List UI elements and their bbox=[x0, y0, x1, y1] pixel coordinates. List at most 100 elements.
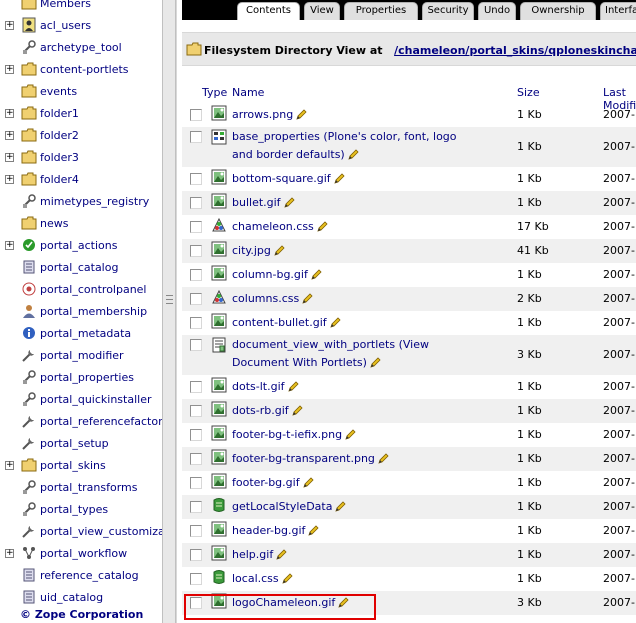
tree-item-portal-metadata[interactable]: portal_metadata bbox=[0, 322, 162, 344]
tree-item-label[interactable]: portal_workflow bbox=[40, 547, 127, 560]
file-link[interactable]: dots-rb.gif bbox=[232, 404, 289, 417]
directory-path-link[interactable]: /chameleon/portal_skins/qploneskinchamel… bbox=[394, 44, 636, 57]
tree-item-label[interactable]: folder4 bbox=[40, 173, 79, 186]
tree-item-label[interactable]: portal_transforms bbox=[40, 481, 138, 494]
pencil-icon[interactable] bbox=[345, 428, 356, 440]
file-link[interactable]: city.jpg bbox=[232, 244, 271, 257]
pencil-icon[interactable] bbox=[287, 380, 299, 392]
tree-item-folder2[interactable]: + folder2 bbox=[0, 124, 162, 146]
select-checkbox[interactable] bbox=[190, 573, 202, 585]
pencil-icon[interactable] bbox=[274, 244, 285, 256]
tree-item-acl-users[interactable]: + acl_users bbox=[0, 14, 162, 36]
file-link[interactable]: footer-bg.gif bbox=[232, 476, 300, 489]
file-link[interactable]: local.css bbox=[232, 572, 279, 585]
file-link[interactable]: bullet.gif bbox=[232, 196, 281, 209]
select-checkbox[interactable] bbox=[190, 429, 202, 441]
tree-item-archetype-tool[interactable]: archetype_tool bbox=[0, 36, 162, 58]
tree-item-label[interactable]: portal_actions bbox=[40, 239, 117, 252]
tree-item-label[interactable]: archetype_tool bbox=[40, 41, 122, 54]
tab-undo[interactable]: Undo bbox=[478, 2, 516, 20]
tree-item-label[interactable]: content-portlets bbox=[40, 63, 129, 76]
file-link[interactable]: footer-bg-transparent.png bbox=[232, 452, 375, 465]
file-link[interactable]: document_view_with_portlets (View Docume… bbox=[232, 338, 429, 369]
file-link[interactable]: getLocalStyleData bbox=[232, 500, 332, 513]
tree-item-label[interactable]: portal_modifier bbox=[40, 349, 124, 362]
tree-item-uid-catalog[interactable]: uid_catalog bbox=[0, 586, 162, 608]
tree-item-folder3[interactable]: + folder3 bbox=[0, 146, 162, 168]
select-checkbox[interactable] bbox=[190, 269, 202, 281]
tree-item-label[interactable]: portal_setup bbox=[40, 437, 109, 450]
tree-scrollbar[interactable] bbox=[162, 0, 176, 623]
pencil-icon[interactable] bbox=[338, 596, 349, 608]
file-link[interactable]: columns.css bbox=[232, 292, 299, 305]
pencil-icon[interactable] bbox=[302, 292, 313, 304]
file-link[interactable]: base_properties (Plone's color, font, lo… bbox=[232, 130, 457, 161]
expand-toggle-icon[interactable]: + bbox=[5, 174, 14, 184]
file-link[interactable]: content-bullet.gif bbox=[232, 316, 327, 329]
column-header-name[interactable]: Name bbox=[232, 86, 264, 99]
file-link[interactable]: arrows.png bbox=[232, 108, 293, 121]
tree-item-label[interactable]: news bbox=[40, 217, 68, 230]
pencil-icon[interactable] bbox=[276, 548, 287, 560]
pencil-icon[interactable] bbox=[283, 196, 295, 208]
tree-item-portal-transforms[interactable]: portal_transforms bbox=[0, 476, 162, 498]
tab-interfaces[interactable]: Interfaces bbox=[600, 2, 636, 20]
select-checkbox[interactable] bbox=[190, 597, 202, 609]
select-checkbox[interactable] bbox=[190, 293, 202, 305]
tree-item-reference-catalog[interactable]: reference_catalog bbox=[0, 564, 162, 586]
tree-item-label[interactable]: portal_catalog bbox=[40, 261, 118, 274]
scrollbar-grip[interactable] bbox=[166, 292, 173, 308]
tree-item-portal-skins[interactable]: + portal_skins bbox=[0, 454, 162, 476]
expand-toggle-icon[interactable]: + bbox=[5, 460, 14, 470]
tree-item-label[interactable]: folder1 bbox=[40, 107, 79, 120]
select-checkbox[interactable] bbox=[190, 317, 202, 329]
expand-toggle-icon[interactable]: + bbox=[5, 548, 14, 558]
select-checkbox[interactable] bbox=[190, 501, 202, 513]
tree-item-label[interactable]: reference_catalog bbox=[40, 569, 139, 582]
pencil-icon[interactable] bbox=[335, 500, 347, 512]
tree-item-label[interactable]: acl_users bbox=[40, 19, 91, 32]
pencil-icon[interactable] bbox=[317, 220, 328, 232]
tree-item-portal-quickinstaller[interactable]: portal_quickinstaller bbox=[0, 388, 162, 410]
select-checkbox[interactable] bbox=[190, 245, 202, 257]
tree-item-events[interactable]: events bbox=[0, 80, 162, 102]
expand-toggle-icon[interactable]: + bbox=[5, 152, 14, 162]
tree-item-label[interactable]: mimetypes_registry bbox=[40, 195, 149, 208]
select-checkbox[interactable] bbox=[190, 173, 202, 185]
tree-item-portal-modifier[interactable]: portal_modifier bbox=[0, 344, 162, 366]
expand-toggle-icon[interactable]: + bbox=[5, 64, 14, 74]
tree-item-label[interactable]: portal_types bbox=[40, 503, 108, 516]
tree-item-portal-membership[interactable]: portal_membership bbox=[0, 300, 162, 322]
tab-contents[interactable]: Contents bbox=[237, 2, 300, 20]
tree-item-label[interactable]: portal_membership bbox=[40, 305, 147, 318]
expand-toggle-icon[interactable]: + bbox=[5, 240, 14, 250]
file-link[interactable]: footer-bg-t-iefix.png bbox=[232, 428, 342, 441]
tree-item-label[interactable]: portal_metadata bbox=[40, 327, 131, 340]
file-link[interactable]: column-bg.gif bbox=[232, 268, 308, 281]
select-checkbox[interactable] bbox=[190, 221, 202, 233]
tree-item-label[interactable]: portal_properties bbox=[40, 371, 134, 384]
tree-item-label[interactable]: folder3 bbox=[40, 151, 79, 164]
pencil-icon[interactable] bbox=[311, 268, 322, 280]
tree-item-folder1[interactable]: + folder1 bbox=[0, 102, 162, 124]
file-link[interactable]: header-bg.gif bbox=[232, 524, 305, 537]
tree-item-label[interactable]: portal_skins bbox=[40, 459, 106, 472]
tab-properties[interactable]: Properties bbox=[344, 2, 418, 20]
expand-toggle-icon[interactable]: + bbox=[5, 20, 14, 30]
tree-item-portal-catalog[interactable]: portal_catalog bbox=[0, 256, 162, 278]
pencil-icon[interactable] bbox=[370, 356, 381, 368]
select-checkbox[interactable] bbox=[190, 339, 202, 351]
tree-item-label[interactable]: folder2 bbox=[40, 129, 79, 142]
column-header-type[interactable]: Type bbox=[202, 86, 227, 99]
zope-copyright-link[interactable]: © Zope Corporation bbox=[20, 608, 143, 621]
tree-item-content-portlets[interactable]: + content-portlets bbox=[0, 58, 162, 80]
tree-item-news[interactable]: news bbox=[0, 212, 162, 234]
pencil-icon[interactable] bbox=[330, 316, 341, 328]
select-checkbox[interactable] bbox=[190, 453, 202, 465]
select-checkbox[interactable] bbox=[190, 549, 202, 561]
pencil-icon[interactable] bbox=[296, 108, 307, 120]
tab-security[interactable]: Security bbox=[422, 2, 474, 20]
pencil-icon[interactable] bbox=[378, 452, 389, 464]
pencil-icon[interactable] bbox=[308, 524, 319, 536]
tree-item-label[interactable]: portal_controlpanel bbox=[40, 283, 147, 296]
